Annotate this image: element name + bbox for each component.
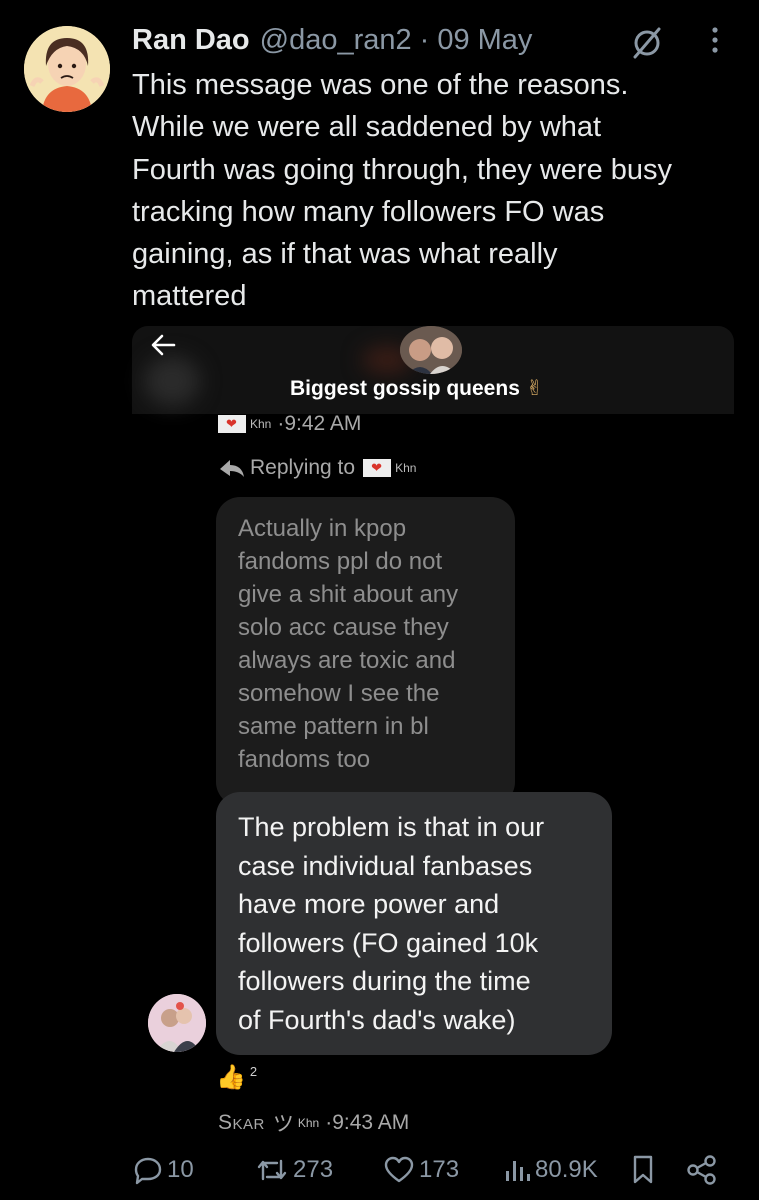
heart-flag-icon xyxy=(363,459,392,477)
group-name-text: Biggest gossip queens xyxy=(290,376,520,400)
like-icon xyxy=(384,1156,414,1183)
sender-time: ·9:43 AM xyxy=(325,1111,410,1134)
first-message-time: ·9:42 AM xyxy=(277,412,362,435)
bookmark-icon xyxy=(633,1155,653,1184)
author-avatar[interactable] xyxy=(24,26,110,112)
views-button[interactable]: 80.9K xyxy=(503,1150,598,1190)
grok-icon[interactable] xyxy=(630,26,664,60)
repost-button[interactable]: 273 xyxy=(255,1150,333,1190)
reaction-count: 2 xyxy=(249,1064,258,1079)
group-avatar[interactable] xyxy=(400,326,462,374)
repost-icon xyxy=(257,1159,287,1181)
reply-message-text: The problem is that in our case individu… xyxy=(238,812,545,1035)
like-button[interactable]: 173 xyxy=(383,1150,459,1190)
share-icon xyxy=(687,1155,716,1185)
replying-label: Replying to xyxy=(250,456,356,479)
blurred-avatar xyxy=(144,356,200,406)
like-count: 173 xyxy=(419,1156,460,1183)
tweet-text: This message was one of the reasons. Whi… xyxy=(132,69,673,313)
reply-button[interactable]: 10 xyxy=(133,1150,194,1190)
heart-flag-icon xyxy=(218,415,246,433)
victory-hand-emoji: ✌ xyxy=(525,377,544,400)
sender-symbol: ツ xyxy=(272,1113,294,1136)
group-name[interactable]: Biggest gossip queens ✌ xyxy=(290,376,543,401)
sender-meta: Skar ツ Khn ·9:43 AM xyxy=(218,1108,409,1138)
replying-to-line: Replying to Khn xyxy=(218,456,422,480)
reply-icon xyxy=(134,1157,162,1185)
reaction-badge[interactable]: 👍 2 xyxy=(216,1064,257,1092)
tweet-action-bar: 10 273 173 80.9K xyxy=(133,1150,723,1190)
reply-count: 10 xyxy=(167,1156,194,1183)
back-arrow-icon[interactable] xyxy=(146,330,182,360)
thumbs-up-icon: 👍 xyxy=(216,1064,246,1091)
replying-user: Khn xyxy=(395,461,417,475)
reply-arrow-icon xyxy=(220,460,244,477)
sender-avatar[interactable] xyxy=(148,994,206,1052)
quoted-message-text: Actually in kpop fandoms ppl do not give… xyxy=(238,515,459,773)
header-separator: · xyxy=(419,23,430,56)
view-count: 80.9K xyxy=(535,1156,598,1183)
repost-count: 273 xyxy=(293,1156,334,1183)
bookmark-button[interactable] xyxy=(630,1150,656,1190)
author-name[interactable]: Ran Dao xyxy=(132,24,250,57)
author-handle[interactable]: @dao_ran2 xyxy=(260,24,412,57)
more-icon[interactable] xyxy=(705,22,725,58)
sender-name: Skar xyxy=(218,1111,265,1134)
views-icon xyxy=(506,1161,530,1181)
share-button[interactable] xyxy=(686,1150,718,1190)
tweet-date[interactable]: 09 May xyxy=(437,24,532,57)
first-message-user: Khn xyxy=(250,417,272,431)
tweet-header: Ran Dao @dao_ran2 · 09 May xyxy=(132,20,532,60)
sender-tag: Khn xyxy=(297,1116,320,1130)
first-message-meta: Khn ·9:42 AM xyxy=(218,412,361,436)
